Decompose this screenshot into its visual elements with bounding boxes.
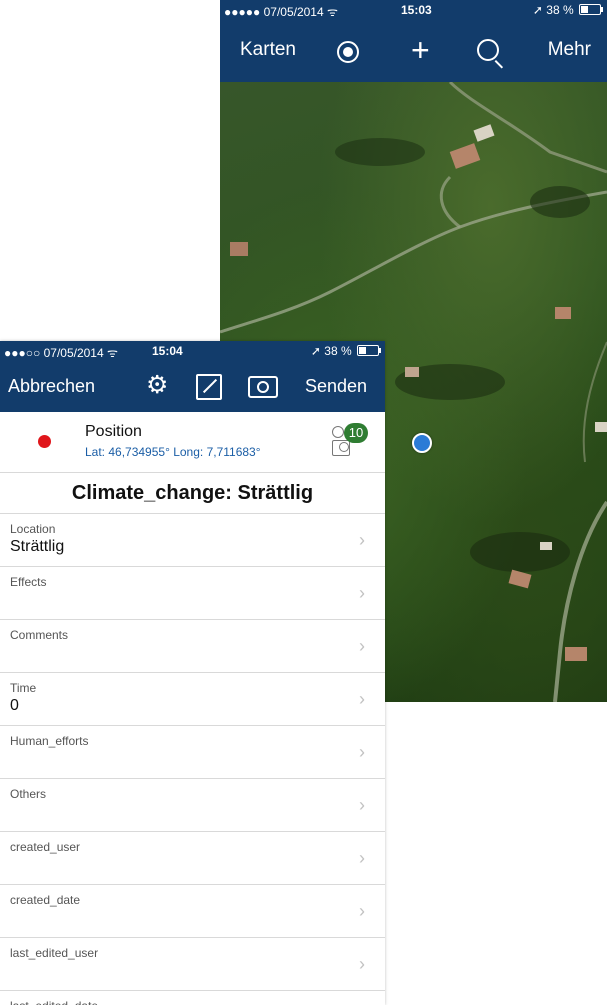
battery-level: 38 % — [546, 3, 574, 17]
field-label: created_user — [10, 840, 81, 854]
field-row-human-efforts[interactable]: Human_efforts › — [0, 726, 385, 779]
field-label: created_date — [10, 893, 81, 907]
plus-icon[interactable]: + — [411, 34, 430, 66]
battery-icon — [579, 4, 603, 15]
field-label: Location — [10, 522, 56, 536]
battery-level: 38 % — [324, 344, 352, 358]
field-row-effects[interactable]: Effects › — [0, 567, 385, 620]
sketch-icon[interactable] — [196, 374, 222, 400]
maps-button[interactable]: Karten — [240, 39, 296, 61]
chevron-right-icon: › — [359, 901, 365, 921]
gear-icon[interactable]: ⚙ — [146, 373, 168, 398]
field-row-location[interactable]: Location Strättlig › — [0, 514, 385, 567]
field-row-others[interactable]: Others › — [0, 779, 385, 832]
field-label: Effects — [10, 575, 47, 589]
status-bar: ●●●○○ 07/05/2014 ᯤ 15:04 ➚ 38 % — [0, 341, 385, 361]
field-row-last-edited-date[interactable]: last_edited_date — [0, 991, 385, 1005]
gps-status-icon — [38, 435, 51, 448]
chevron-right-icon: › — [359, 742, 365, 762]
status-date: 07/05/2014 — [263, 5, 324, 19]
position-coordinates: Lat: 46,734955° Long: 7,711683° — [85, 445, 261, 459]
camera-icon[interactable] — [248, 376, 278, 398]
field-row-comments[interactable]: Comments › — [0, 620, 385, 673]
send-button[interactable]: Senden — [305, 376, 367, 397]
search-icon[interactable] — [477, 39, 499, 61]
status-time: 15:03 — [401, 3, 432, 17]
field-row-last-edited-user[interactable]: last_edited_user › — [0, 938, 385, 991]
chevron-right-icon: › — [359, 636, 365, 656]
map-toolbar: Karten + Mehr — [220, 20, 607, 82]
position-title: Position — [85, 423, 142, 440]
field-label: Others — [10, 787, 47, 801]
signal-strength: ●●●○○ — [4, 346, 41, 360]
field-row-created-user[interactable]: created_user › — [0, 832, 385, 885]
attachment-circle — [332, 426, 344, 438]
location-target-icon[interactable] — [337, 41, 359, 63]
field-label: Comments — [10, 628, 69, 642]
location-arrow-icon: ➚ — [532, 3, 543, 17]
field-label: Human_efforts — [10, 734, 89, 748]
field-row-time[interactable]: Time 0 › — [0, 673, 385, 726]
location-arrow-icon: ➚ — [310, 344, 321, 358]
field-value: Strättlig — [10, 538, 65, 555]
battery-icon — [357, 345, 381, 356]
field-list: Location Strättlig › Effects › Comments … — [0, 514, 385, 1005]
status-left: ●●●○○ 07/05/2014 ᯤ — [4, 344, 118, 361]
form-toolbar: Abbrechen ⚙ Senden — [0, 361, 385, 412]
wifi-icon: ᯤ — [327, 5, 338, 19]
form-title: Climate_change: Strättlig — [0, 473, 385, 514]
chevron-right-icon: › — [359, 795, 365, 815]
status-time: 15:04 — [152, 344, 183, 358]
field-label: last_edited_date — [10, 999, 98, 1005]
current-location-marker[interactable] — [412, 433, 432, 453]
status-left: ●●●●● 07/05/2014 ᯤ — [224, 3, 338, 20]
chevron-right-icon: › — [359, 530, 365, 550]
attachments-count-badge: 10 — [344, 423, 368, 443]
more-button[interactable]: Mehr — [548, 39, 591, 61]
status-right: ➚ 38 % — [310, 344, 381, 358]
cancel-button[interactable]: Abbrechen — [8, 376, 95, 397]
field-label: last_edited_user — [10, 946, 99, 960]
chevron-right-icon: › — [359, 689, 365, 709]
status-right: ➚ 38 % — [532, 3, 603, 17]
chevron-right-icon: › — [359, 954, 365, 974]
chevron-right-icon: › — [359, 848, 365, 868]
status-date: 07/05/2014 — [43, 346, 104, 360]
position-row[interactable]: Position Lat: 46,734955° Long: 7,711683°… — [0, 412, 385, 473]
field-value: 0 — [10, 697, 19, 714]
field-label: Time — [10, 681, 37, 695]
signal-strength: ●●●●● — [224, 5, 261, 19]
field-row-created-date[interactable]: created_date › — [0, 885, 385, 938]
chevron-right-icon: › — [359, 583, 365, 603]
status-bar: ●●●●● 07/05/2014 ᯤ 15:03 ➚ 38 % — [220, 0, 607, 20]
edit-feature-screen: ●●●○○ 07/05/2014 ᯤ 15:04 ➚ 38 % Abbreche… — [0, 341, 385, 1005]
attachment-lens — [339, 442, 349, 452]
wifi-icon: ᯤ — [107, 346, 118, 360]
